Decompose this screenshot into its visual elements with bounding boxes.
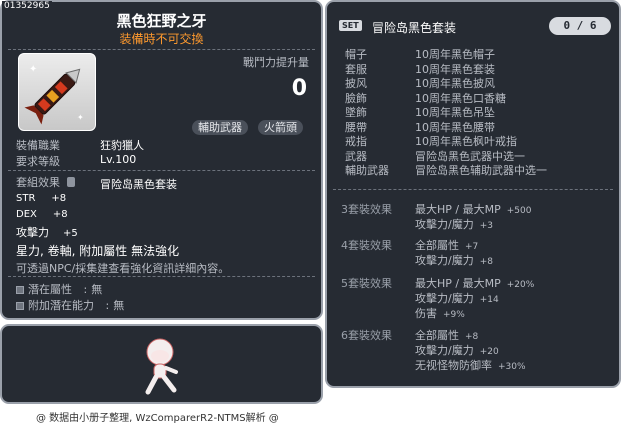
set-effect-label-text: 套組效果 xyxy=(16,176,60,189)
level-value: Lv.100 xyxy=(100,153,137,166)
set-bonus-label: 4套裝效果 xyxy=(341,239,392,252)
tag-arrowhead: 火箭頭 xyxy=(258,120,303,135)
set-badge: SET xyxy=(339,20,362,31)
set-piece-slot: 輔助武器 xyxy=(345,164,389,177)
bonus-potential-row: 附加潛在能力 :無 xyxy=(16,297,124,313)
set-bonus-label: 6套裝效果 xyxy=(341,329,392,342)
power-label: 戰鬥力提升量 xyxy=(243,56,309,69)
set-bonus-line: 全部屬性 +7 xyxy=(415,239,479,252)
item-id-label: 01352965 xyxy=(2,1,52,11)
untradeable-notice: 装備時不可交換 xyxy=(119,32,204,46)
stat-str: STR +8 xyxy=(16,193,67,204)
footer-credit: @ 数据由小册子整理, WzComparerR2-NTMS解析 @ xyxy=(36,413,279,424)
bonus-potential-icon xyxy=(16,302,24,310)
set-bonus-label: 5套裝效果 xyxy=(341,277,392,290)
level-label: 要求等級 xyxy=(16,155,60,168)
job-value: 狂豹獵人 xyxy=(100,139,144,152)
set-effect-value: 冒险岛黑色套装 xyxy=(100,178,177,191)
set-bonus-line: 攻擊力/魔力 +20 xyxy=(415,344,499,357)
enhance-hint: 可透過NPC/採集建查看強化資訊詳細內容。 xyxy=(16,262,230,275)
set-bonus-line: 攻擊力/魔力 +3 xyxy=(415,218,493,231)
set-piece-name: 冒险岛黑色辅助武器中选一 xyxy=(415,164,547,177)
set-bonus-line: 攻擊力/魔力 +14 xyxy=(415,292,499,305)
item-icon-frame: ✦ ✦ xyxy=(18,53,96,131)
power-value: 0 xyxy=(291,76,307,101)
set-bonus-line: 最大HP / 最大MP +20% xyxy=(415,277,535,290)
set-effect-label: 套組效果 xyxy=(16,174,75,190)
set-bonus-label: 3套裝效果 xyxy=(341,203,392,216)
restrictions-text: 星力, 卷軸, 附加屬性 無法強化 xyxy=(16,244,180,258)
arrowhead-weapon-icon: ✦ ✦ xyxy=(24,64,84,125)
set-bonus-line: 伤害 +9% xyxy=(415,307,465,320)
set-bonus-line: 最大HP / 最大MP +500 xyxy=(415,203,532,216)
svg-text:✦: ✦ xyxy=(29,64,37,75)
stat-attack: 攻擊力 +5 xyxy=(16,226,78,239)
job-label: 裝備職業 xyxy=(16,139,60,152)
set-bonus-line: 无视怪物防御率 +30% xyxy=(415,359,526,372)
set-title: 冒险岛黑色套装 xyxy=(372,21,457,35)
set-effect-panel: SET 冒险岛黑色套装 0 / 6 帽子 10周年黑色帽子 套服 10周年黑色套装 披风… xyxy=(325,0,621,388)
item-tooltip-panel: 黑色狂野之牙 装備時不可交換 ✦ ✦ 戰鬥力提升量 0 輔助武器 火箭頭 裝備職… xyxy=(0,0,323,320)
potential-row: 潛在屬性 :無 xyxy=(16,281,102,297)
set-bonus-line: 全部屬性 +8 xyxy=(415,329,479,342)
svg-text:✦: ✦ xyxy=(77,113,84,122)
item-name: 黑色狂野之牙 xyxy=(116,12,207,30)
potential-icon xyxy=(16,286,24,294)
stat-dex: DEX +8 xyxy=(16,209,68,220)
tag-secondary-weapon: 輔助武器 xyxy=(192,120,248,135)
character-preview-panel xyxy=(0,324,323,404)
character-avatar xyxy=(145,338,178,395)
set-count: 0 / 6 xyxy=(549,17,611,35)
set-bonus-line: 攻擊力/魔力 +8 xyxy=(415,254,493,267)
info-icon xyxy=(66,177,75,187)
